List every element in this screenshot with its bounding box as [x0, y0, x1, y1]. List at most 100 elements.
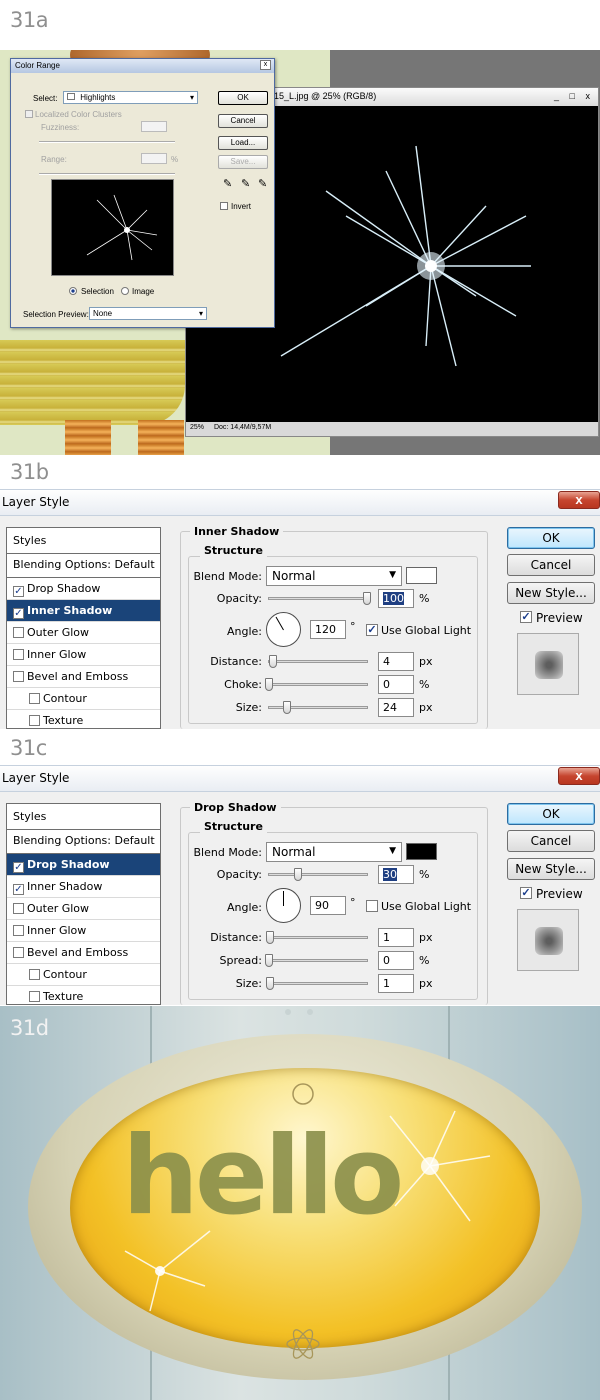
- style-item-drop-shadow[interactable]: ✓ Drop Shadow: [7, 578, 160, 600]
- blending-options-item[interactable]: Blending Options: Default: [7, 554, 160, 578]
- style-item-texture[interactable]: Texture: [7, 986, 160, 1005]
- range-slider[interactable]: [39, 173, 175, 175]
- ok-button[interactable]: OK: [218, 91, 268, 105]
- distance-field[interactable]: 4: [378, 652, 414, 671]
- opacity-slider[interactable]: [268, 592, 371, 605]
- angle-field[interactable]: 120: [310, 620, 346, 639]
- style-item-inner-glow[interactable]: Inner Glow: [7, 644, 160, 666]
- dialog-titlebar[interactable]: Layer Style x: [0, 489, 600, 516]
- cancel-button[interactable]: Cancel: [507, 554, 595, 576]
- spread-slider-thumb[interactable]: [265, 954, 273, 967]
- layer-style-dialog-drop-shadow[interactable]: Layer Style x Styles Blending Options: D…: [0, 765, 600, 1005]
- style-item-bevel-emboss[interactable]: Bevel and Emboss: [7, 666, 160, 688]
- style-item-contour[interactable]: Contour: [7, 688, 160, 710]
- select-dropdown[interactable]: Highlights ▾: [63, 91, 198, 104]
- cancel-button[interactable]: Cancel: [507, 830, 595, 852]
- size-slider-thumb[interactable]: [266, 977, 274, 990]
- checkbox-checked-icon[interactable]: ✓: [13, 586, 24, 597]
- close-icon[interactable]: x: [260, 60, 271, 70]
- choke-slider[interactable]: [265, 678, 368, 691]
- opacity-field[interactable]: 30: [378, 865, 414, 884]
- load-button[interactable]: Load...: [218, 136, 268, 150]
- eyedropper-icon[interactable]: ✎: [223, 177, 232, 190]
- checkbox-icon[interactable]: [13, 627, 24, 638]
- new-style-button[interactable]: New Style...: [507, 582, 595, 604]
- dialog-titlebar[interactable]: Color Range x: [11, 59, 274, 73]
- opacity-slider-thumb[interactable]: [294, 868, 303, 881]
- distance-slider-thumb[interactable]: [269, 655, 277, 668]
- angle-field[interactable]: 90: [310, 896, 346, 915]
- zoom-level[interactable]: 25%: [190, 424, 204, 431]
- style-item-outer-glow[interactable]: Outer Glow: [7, 898, 160, 920]
- style-item-inner-glow[interactable]: Inner Glow: [7, 920, 160, 942]
- close-icon[interactable]: x: [558, 767, 600, 785]
- checkbox-icon[interactable]: [13, 903, 24, 914]
- dialog-titlebar[interactable]: Layer Style x: [0, 765, 600, 792]
- eyedropper-minus-icon[interactable]: ✎: [258, 177, 267, 190]
- global-light-checkbox[interactable]: ✓: [366, 624, 378, 636]
- style-item-inner-shadow[interactable]: ✓ Inner Shadow: [7, 876, 160, 898]
- blending-options-item[interactable]: Blending Options: Default: [7, 830, 160, 854]
- checkbox-icon[interactable]: [29, 693, 40, 704]
- shadow-color-swatch[interactable]: [406, 843, 437, 860]
- checkbox-icon[interactable]: [13, 925, 24, 936]
- spread-field[interactable]: 0: [378, 951, 414, 970]
- opacity-slider-thumb[interactable]: [363, 592, 371, 605]
- choke-slider-thumb[interactable]: [265, 678, 273, 691]
- style-item-outer-glow[interactable]: Outer Glow: [7, 622, 160, 644]
- checkbox-icon[interactable]: [13, 671, 24, 682]
- blend-mode-dropdown[interactable]: Normal ▼: [266, 566, 402, 586]
- preview-checkbox[interactable]: ✓: [520, 887, 532, 899]
- new-style-button[interactable]: New Style...: [507, 858, 595, 880]
- size-slider[interactable]: [266, 977, 368, 990]
- styles-header[interactable]: Styles: [7, 528, 160, 554]
- cancel-button[interactable]: Cancel: [218, 114, 268, 128]
- save-button[interactable]: Save...: [218, 155, 268, 169]
- choke-field[interactable]: 0: [378, 675, 414, 694]
- fuzziness-field[interactable]: [141, 121, 167, 132]
- checkbox-icon[interactable]: [29, 969, 40, 980]
- eyedropper-plus-icon[interactable]: ✎: [241, 177, 250, 190]
- selection-radio[interactable]: [69, 287, 77, 295]
- ok-button[interactable]: OK: [507, 527, 595, 549]
- ok-button[interactable]: OK: [507, 803, 595, 825]
- size-slider-thumb[interactable]: [283, 701, 291, 714]
- style-item-drop-shadow[interactable]: ✓ Drop Shadow: [7, 854, 160, 876]
- distance-slider-thumb[interactable]: [266, 931, 274, 944]
- shadow-color-swatch[interactable]: [406, 567, 437, 584]
- checkbox-checked-icon[interactable]: ✓: [13, 862, 24, 873]
- size-field[interactable]: 24: [378, 698, 414, 717]
- checkbox-checked-icon[interactable]: ✓: [13, 608, 24, 619]
- distance-slider[interactable]: [268, 655, 368, 668]
- style-item-texture[interactable]: Texture: [7, 710, 160, 729]
- checkbox-checked-icon[interactable]: ✓: [13, 884, 24, 895]
- style-item-inner-shadow[interactable]: ✓ Inner Shadow: [7, 600, 160, 622]
- invert-checkbox[interactable]: [220, 202, 228, 210]
- distance-slider[interactable]: [266, 931, 368, 944]
- localized-checkbox[interactable]: [25, 110, 33, 118]
- preview-checkbox[interactable]: ✓: [520, 611, 532, 623]
- size-slider[interactable]: [268, 701, 368, 714]
- window-buttons[interactable]: _ □ x: [554, 91, 594, 101]
- image-radio[interactable]: [121, 287, 129, 295]
- angle-dial[interactable]: [266, 888, 301, 923]
- spread-slider[interactable]: [265, 954, 368, 967]
- fuzziness-slider[interactable]: [39, 141, 175, 143]
- opacity-slider[interactable]: [268, 868, 368, 881]
- layer-style-dialog-inner-shadow[interactable]: Layer Style x Styles Blending Options: D…: [0, 489, 600, 729]
- selection-preview-dropdown[interactable]: None ▾: [89, 307, 207, 320]
- style-item-contour[interactable]: Contour: [7, 964, 160, 986]
- color-range-dialog[interactable]: Color Range x Select: Highlights ▾ Local…: [10, 58, 275, 328]
- range-field[interactable]: [141, 153, 167, 164]
- checkbox-icon[interactable]: [13, 947, 24, 958]
- checkbox-icon[interactable]: [13, 649, 24, 660]
- checkbox-icon[interactable]: [29, 715, 40, 726]
- angle-dial[interactable]: [266, 612, 301, 647]
- global-light-checkbox[interactable]: [366, 900, 378, 912]
- checkbox-icon[interactable]: [29, 991, 40, 1002]
- blend-mode-dropdown[interactable]: Normal ▼: [266, 842, 402, 862]
- opacity-field[interactable]: 100: [378, 589, 414, 608]
- styles-header[interactable]: Styles: [7, 804, 160, 830]
- style-item-bevel-emboss[interactable]: Bevel and Emboss: [7, 942, 160, 964]
- close-icon[interactable]: x: [558, 491, 600, 509]
